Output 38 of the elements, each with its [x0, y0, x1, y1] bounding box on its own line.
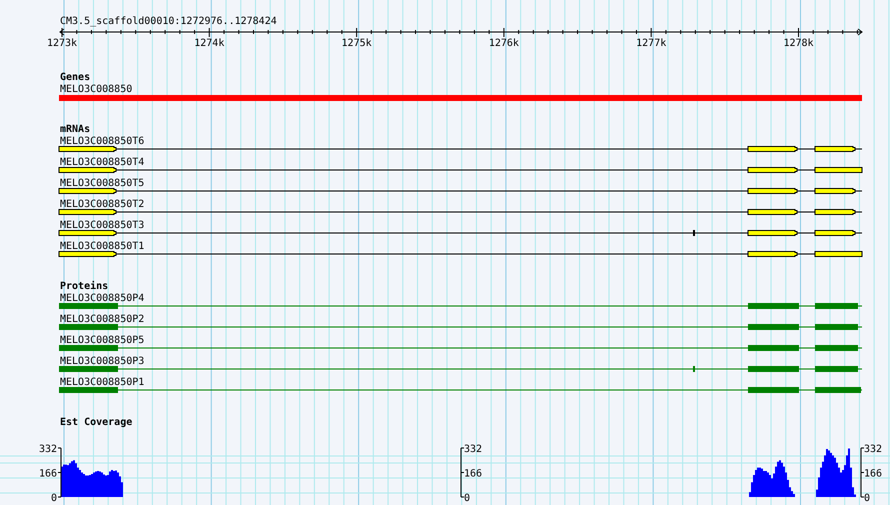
region-title: CM3.5_scaffold00010:1272976..1278424 [60, 16, 277, 27]
protein-name: MELO3C008850P4 [60, 293, 144, 304]
coverage-axis [460, 448, 464, 498]
track-title: Genes [60, 72, 90, 83]
transcript-name: MELO3C008850T1 [60, 241, 144, 252]
protein-name: MELO3C008850P5 [60, 335, 144, 346]
transcript-name: MELO3C008850T2 [60, 199, 144, 210]
transcript-name: MELO3C008850T4 [60, 157, 144, 168]
tick-label: 1277k [636, 38, 666, 49]
tick-label: 1276k [488, 38, 519, 49]
gene-name: MELO3C008850 [60, 84, 132, 95]
transcript-name: MELO3C008850T6 [60, 136, 144, 147]
axis-label: 332 [864, 444, 882, 455]
track-title: mRNAs [60, 124, 90, 135]
axis-label: 332 [464, 444, 482, 455]
axis-label: 166 [464, 468, 482, 480]
protein-name: MELO3C008850P3 [60, 356, 144, 367]
tick-label: 1274k [194, 38, 224, 49]
axis-label: 0 [464, 493, 470, 504]
transcript-name: MELO3C008850T3 [60, 220, 144, 231]
coverage-area [61, 460, 123, 497]
coverage-axis [860, 448, 864, 498]
axis-label: 166 [864, 468, 882, 480]
axis-label: 332 [38, 444, 57, 455]
axis-label: 0 [864, 493, 870, 504]
transcript-name: MELO3C008850T5 [60, 178, 144, 189]
axis-label: 166 [38, 468, 57, 480]
coverage-area [749, 460, 795, 497]
tick-label: 1273k [46, 38, 78, 49]
coverage-area [816, 448, 856, 497]
axis-label: 0 [50, 493, 57, 504]
protein-name: MELO3C008850P1 [60, 377, 144, 388]
track-title: Est Coverage [60, 417, 132, 428]
coverage-axis [58, 448, 62, 498]
protein-name: MELO3C008850P2 [60, 314, 144, 325]
tick-label: 1275k [342, 38, 372, 49]
track-title: Proteins [60, 281, 108, 292]
tick-label: 1278k [783, 38, 814, 49]
